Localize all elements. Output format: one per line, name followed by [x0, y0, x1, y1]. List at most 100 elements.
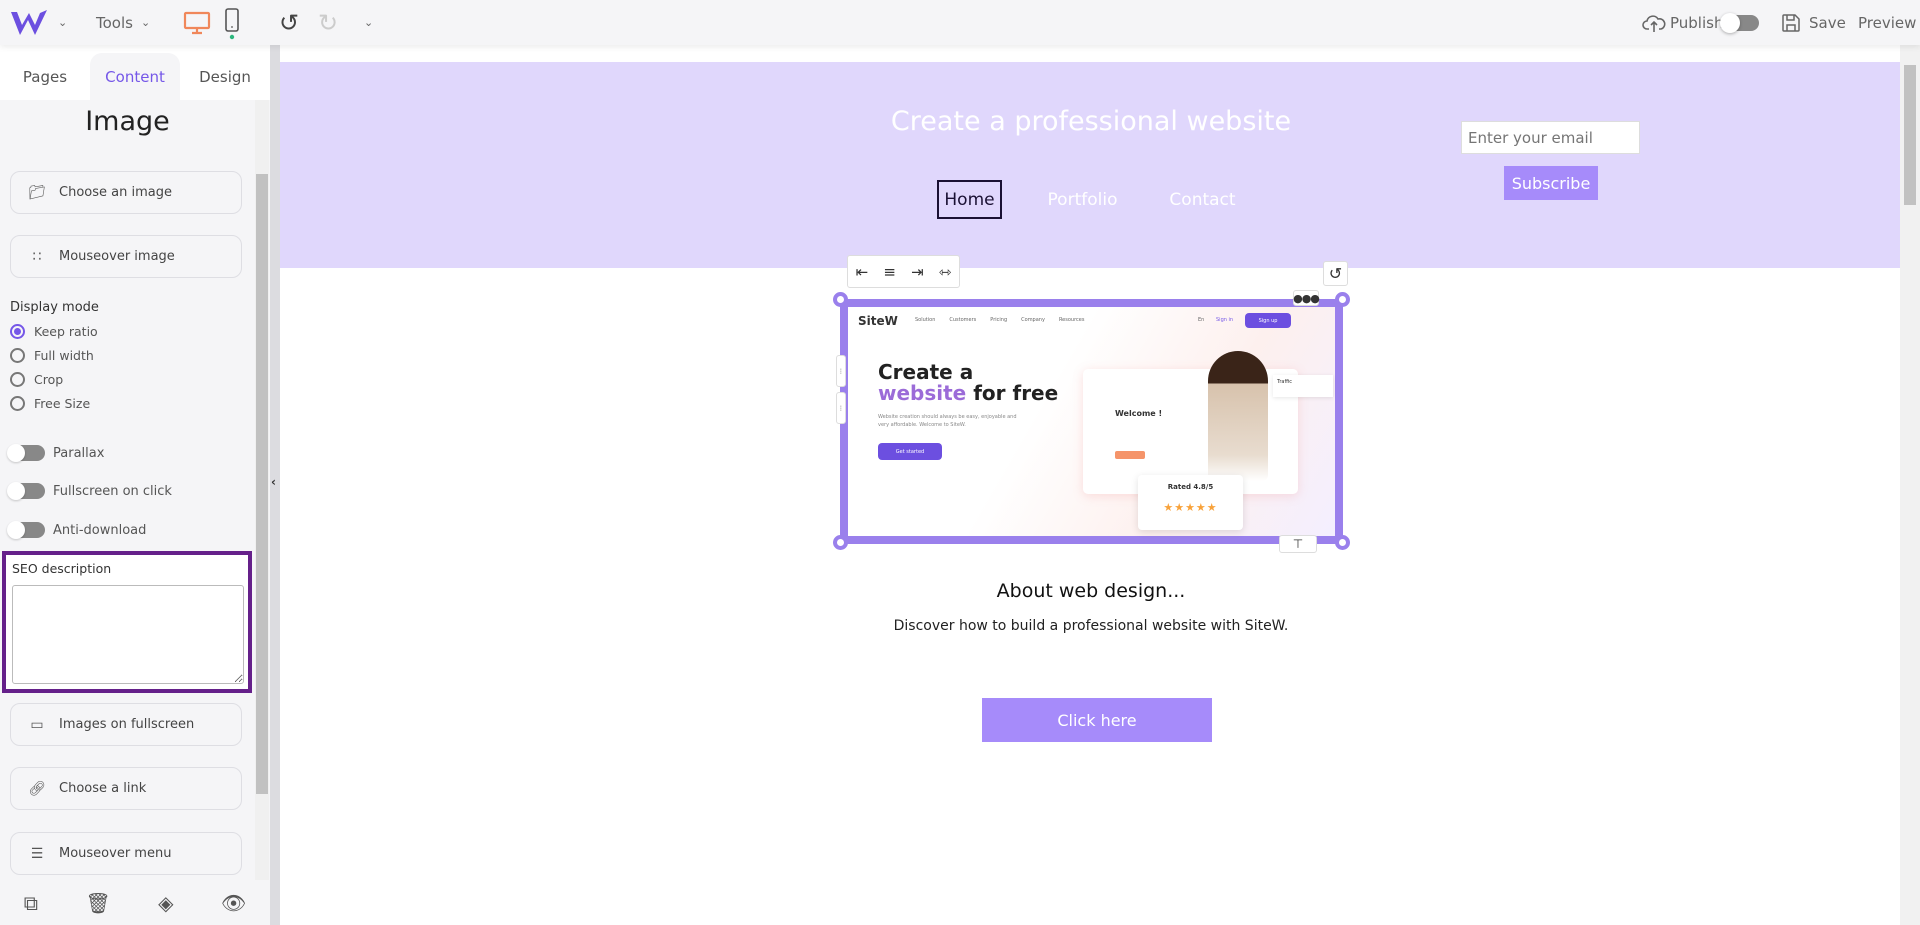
seo-description-section: SEO description — [2, 551, 252, 693]
tools-menu[interactable]: Tools ⌄ — [96, 0, 150, 45]
fullscreen-on-click-toggle[interactable]: Fullscreen on click — [7, 482, 172, 500]
radio-label: Full width — [34, 348, 94, 363]
choose-link-label: Choose a link — [59, 781, 147, 796]
top-toolbar: ⌄ Tools ⌄ ↺ ↻ ⌄ Publish Save Preview — [0, 0, 1920, 45]
align-right-icon[interactable]: ⇥ — [911, 263, 924, 281]
align-center-icon[interactable]: ≡ — [883, 263, 896, 281]
nav-contact[interactable]: Contact — [1160, 180, 1245, 219]
preview-button[interactable]: Preview — [1858, 0, 1916, 45]
section-heading: About web design... — [996, 580, 1186, 602]
stretch-width-icon[interactable]: ⇿ — [939, 263, 952, 281]
display-mode-label: Display mode — [10, 300, 99, 315]
desktop-view-button[interactable] — [183, 0, 211, 45]
preview-traffic-card: Traffic — [1273, 375, 1333, 397]
click-here-button[interactable]: Click here — [982, 698, 1212, 742]
rotate-button[interactable]: ↺ — [1323, 261, 1348, 286]
layers-icon[interactable]: ◈ — [158, 891, 173, 915]
preview-menu-item: Company — [1021, 317, 1045, 323]
preview-signup: Sign up — [1245, 313, 1291, 328]
parallax-toggle[interactable]: Parallax — [7, 444, 105, 462]
preview-menu: Solution Customers Pricing Company Resources — [915, 317, 1084, 323]
nav-portfolio[interactable]: Portfolio — [1040, 180, 1125, 219]
choose-image-label: Choose an image — [59, 185, 172, 200]
tab-content[interactable]: Content — [90, 53, 180, 100]
align-left-icon[interactable]: ⇤ — [856, 263, 869, 281]
preview-logo: SiteW — [858, 314, 898, 328]
duplicate-icon[interactable]: ⧉ — [24, 891, 38, 915]
grid-icon: ∷ — [32, 248, 42, 265]
publish-label: Publish — [1670, 13, 1724, 32]
seo-description-label: SEO description — [12, 561, 112, 576]
toggle-label: Parallax — [53, 445, 105, 461]
mobile-icon — [225, 7, 239, 39]
image-options-button[interactable]: ●●● — [1293, 290, 1320, 306]
preview-signin: Sign in — [1216, 317, 1234, 323]
resize-handle-bottom-left[interactable] — [833, 535, 848, 550]
preview-menu-item: Customers — [949, 317, 977, 323]
radio-free-size[interactable]: Free Size — [10, 396, 90, 411]
choose-image-button[interactable]: 📁︎ Choose an image — [10, 171, 242, 214]
choose-link-button[interactable]: 🔗︎ Choose a link — [10, 767, 242, 810]
tab-design[interactable]: Design — [180, 53, 270, 100]
publish-toggle[interactable] — [1720, 0, 1759, 45]
chevron-down-icon: ⌄ — [364, 16, 374, 29]
section-subtitle: Discover how to build a professional web… — [893, 618, 1289, 634]
desktop-icon — [183, 11, 211, 34]
trash-icon[interactable]: 🗑︎ — [85, 891, 110, 915]
preview-lang: En — [1198, 317, 1205, 323]
adjust-spacing-button[interactable]: ⊤ — [1279, 535, 1317, 553]
tab-pages[interactable]: Pages — [0, 53, 90, 100]
save-button[interactable]: Save — [1781, 0, 1846, 45]
chevron-down-icon: ⌄ — [140, 16, 151, 29]
seo-description-textarea[interactable] — [12, 585, 244, 684]
eye-icon[interactable]: 👁︎ — [221, 891, 246, 915]
save-label: Save — [1809, 13, 1846, 32]
drag-handle[interactable]: ⋮ — [836, 392, 846, 424]
monitor-icon: ▭ — [30, 716, 44, 733]
cloud-upload-icon — [1642, 14, 1666, 32]
nav-home[interactable]: Home — [937, 180, 1002, 219]
radio-full-width[interactable]: Full width — [10, 348, 94, 363]
mouseover-menu-label: Mouseover menu — [59, 846, 172, 861]
header-title: Create a professional website — [890, 106, 1292, 137]
anti-download-toggle[interactable]: Anti-download — [7, 521, 146, 539]
undo-icon: ↺ — [279, 8, 300, 37]
link-icon: 🔗︎ — [28, 780, 46, 797]
radio-label: Crop — [34, 372, 64, 387]
more-options-icon: ●●● — [1293, 291, 1320, 305]
sidebar-tabs: Pages Content Design — [0, 45, 270, 100]
images-fullscreen-button[interactable]: ▭ Images on fullscreen — [10, 703, 242, 746]
drag-handle[interactable]: ⋮ — [836, 355, 846, 387]
preview-menu-item: Solution — [915, 317, 936, 323]
drag-dots-icon: ⋮ — [838, 367, 844, 375]
sidebar-footer: ⧉ 🗑︎ ◈ 👁︎ — [0, 880, 270, 925]
redo-button[interactable]: ↻ — [318, 0, 338, 45]
mobile-view-button[interactable] — [224, 0, 240, 45]
mouseover-image-label: Mouseover image — [59, 249, 175, 264]
resize-handle-bottom-right[interactable] — [1335, 535, 1350, 550]
logo-menu[interactable]: ⌄ — [10, 0, 67, 45]
radio-crop[interactable]: Crop — [10, 372, 63, 387]
spacing-icon: ⊤ — [1292, 537, 1304, 551]
resize-handle-top-right[interactable] — [1335, 292, 1350, 307]
scrollbar-thumb[interactable] — [1904, 65, 1916, 205]
sidebar-scrollbar[interactable] — [255, 100, 269, 880]
mouseover-image-button[interactable]: ∷ Mouseover image — [10, 235, 242, 278]
preview-contact-btn — [1115, 451, 1145, 459]
tools-label: Tools — [96, 13, 133, 32]
publish-button[interactable]: Publish — [1642, 0, 1723, 45]
panel-title: Image — [85, 106, 170, 137]
sidebar-collapse-strip[interactable]: ‹ — [270, 45, 280, 925]
resize-handle-top-left[interactable] — [833, 292, 848, 307]
selected-image[interactable]: SiteW Solution Customers Pricing Company Res… — [840, 299, 1343, 544]
undo-button[interactable]: ↺ — [279, 0, 299, 45]
scrollbar-thumb[interactable] — [256, 174, 268, 794]
canvas-scrollbar[interactable] — [1900, 45, 1920, 925]
rotate-icon: ↺ — [1328, 264, 1343, 283]
more-dropdown[interactable]: ⌄ — [364, 0, 373, 45]
email-input[interactable] — [1461, 121, 1640, 154]
radio-keep-ratio[interactable]: Keep ratio — [10, 324, 98, 339]
page-header: Create a professional website — [280, 62, 1900, 268]
subscribe-button[interactable]: Subscribe — [1504, 166, 1598, 200]
mouseover-menu-button[interactable]: ☰ Mouseover menu — [10, 832, 242, 875]
